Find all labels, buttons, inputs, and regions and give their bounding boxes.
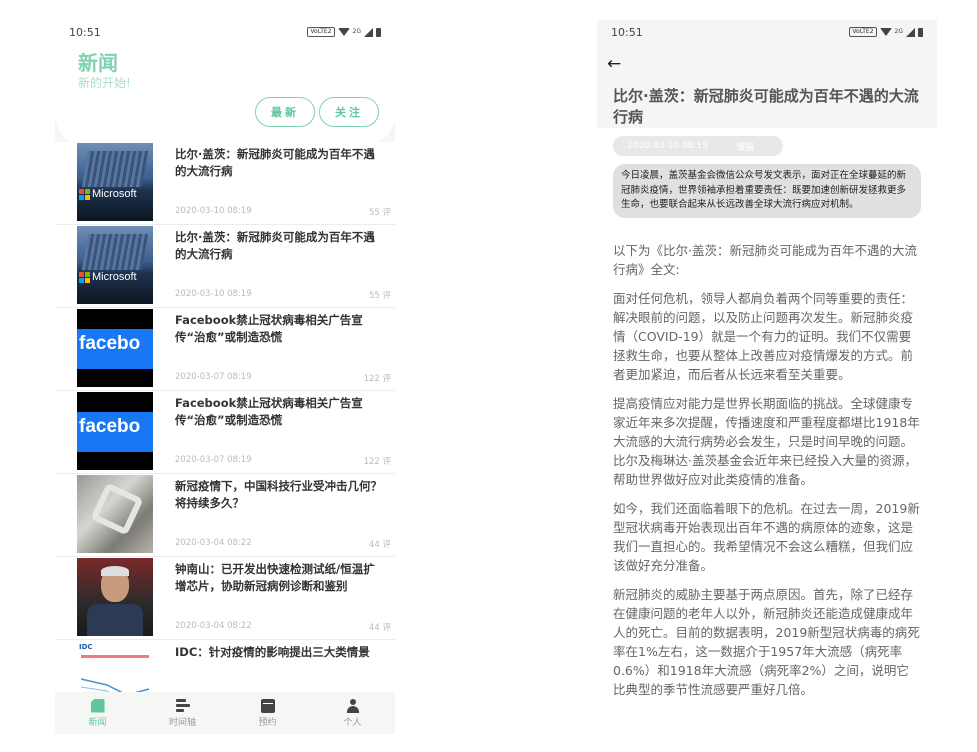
network-type-icon: 2G [352, 28, 361, 35]
status-time: 10:51 [611, 25, 643, 39]
page-title: 新闻 [78, 51, 118, 75]
news-item-date: 2020-03-07 08:19 [175, 455, 252, 465]
nav-item-booking[interactable]: 预约 [225, 692, 310, 734]
thumb-text: Microsoft [92, 271, 137, 283]
facebook-thumbnail: facebo [77, 309, 153, 387]
wifi-icon [337, 28, 350, 36]
line-chart-icon [80, 678, 150, 692]
article-header: 10:51 VoLTE2 2G ← 比尔·盖茨：新冠肺炎可能成为百年不遇的大流行… [597, 20, 937, 128]
status-icons: VoLTE2 2G [307, 27, 381, 37]
portrait-thumbnail [77, 558, 153, 636]
volte-icon: VoLTE2 [849, 27, 877, 37]
news-icon [90, 698, 105, 713]
wifi-icon [879, 28, 892, 36]
news-item-comments: 122 评 [363, 374, 391, 384]
nav-item-profile[interactable]: 个人 [310, 692, 395, 734]
signal-icon [364, 27, 373, 37]
article-meta: 2020-03-10 08:19 懂猫 [613, 136, 783, 156]
news-item-date: 2020-03-10 08:19 [175, 289, 252, 299]
status-time: 10:51 [69, 25, 101, 39]
news-item-title: 钟南山：已开发出快速检测试纸/恒温扩增芯片，协助新冠病例诊断和鉴别 [175, 562, 375, 593]
news-item[interactable]: facebo Facebook禁止冠状病毒相关广告宣传“治愈”或制造恐慌 202… [55, 308, 395, 391]
news-item-comments: 55 评 [368, 208, 391, 218]
news-list-screen: 10:51 VoLTE2 2G 新闻 新的开始! 最新 关注 Microsoft… [55, 20, 395, 734]
back-arrow-icon[interactable]: ← [607, 54, 621, 74]
microsoft-thumbnail: Microsoft [77, 143, 153, 221]
user-icon [346, 698, 360, 713]
status-bar: 10:51 VoLTE2 2G [597, 20, 937, 44]
article-title: 比尔·盖茨：新冠肺炎可能成为百年不遇的大流行病 [613, 87, 919, 126]
signal-icon [906, 27, 915, 37]
status-icons: VoLTE2 2G [849, 27, 923, 37]
thumb-text: Microsoft [92, 188, 137, 200]
nav-label: 个人 [343, 717, 362, 728]
network-type-icon: 2G [894, 28, 903, 35]
status-bar: 10:51 VoLTE2 2G [55, 20, 395, 44]
article-paragraph: 面对任何危机，领导人都肩负着两个同等重要的责任：解决眼前的问题，以及防止问题再次… [613, 291, 914, 382]
article-detail-screen: 10:51 VoLTE2 2G ← 比尔·盖茨：新冠肺炎可能成为百年不遇的大流行… [597, 20, 937, 734]
news-item[interactable]: facebo Facebook禁止冠状病毒相关广告宣传“治愈”或制造恐慌 202… [55, 391, 395, 474]
page-subtitle: 新的开始! [78, 76, 131, 90]
article-paragraph: 提高疫情应对能力是世界长期面临的挑战。全球健康专家近年来多次提醒，传播速度和严重… [613, 396, 920, 487]
calendar-icon [260, 698, 275, 713]
microsoft-logo-icon [79, 271, 90, 283]
lab-equipment-thumbnail [77, 475, 153, 553]
latest-tab-button[interactable]: 最新 [255, 97, 315, 127]
facebook-thumbnail: facebo [77, 392, 153, 470]
news-item-comments: 55 评 [368, 291, 391, 301]
news-item-title: IDC：针对疫情的影响提出三大类情景 [175, 645, 370, 659]
volte-icon: VoLTE2 [307, 27, 335, 37]
news-item-comments: 44 评 [368, 540, 391, 550]
nav-label: 时间轴 [168, 717, 196, 728]
idc-chart-thumbnail: IDC [77, 641, 153, 692]
article-date: 2020-03-10 08:19 [627, 141, 709, 151]
news-item[interactable]: 钟南山：已开发出快速检测试纸/恒温扩增芯片，协助新冠病例诊断和鉴别 2020-0… [55, 557, 395, 640]
news-item-comments: 122 评 [363, 457, 391, 467]
timeline-icon [175, 698, 190, 713]
news-item[interactable]: Microsoft 比尔·盖茨：新冠肺炎可能成为百年不遇的大流行病 2020-0… [55, 142, 395, 225]
article-source: 懂猫 [736, 142, 755, 153]
bottom-nav: 新闻 时间轴 预约 个人 [55, 692, 395, 734]
news-item[interactable]: 新冠疫情下，中国科技行业受冲击几何？将持续多久？ 2020-03-04 08:2… [55, 474, 395, 557]
thumb-text: IDC [79, 643, 93, 651]
news-item-comments: 44 评 [368, 623, 391, 633]
article-body: 以下为《比尔·盖茨：新冠肺炎可能成为百年不遇的大流行病》全文: 面对任何危机，领… [613, 241, 921, 709]
news-item-title: Facebook禁止冠状病毒相关广告宣传“治愈”或制造恐慌 [175, 396, 363, 427]
article-paragraph: 新冠肺炎的威胁主要基于两点原因。首先，除了已经存在健康问题的老年人以外，新冠肺炎… [613, 587, 920, 697]
article-summary: 今日凌晨，盖茨基金会微信公众号发文表示，面对正在全球蔓延的新冠肺炎疫情，世界领袖… [613, 164, 921, 218]
thumb-text: facebo [79, 333, 141, 354]
news-item[interactable]: Microsoft 比尔·盖茨：新冠肺炎可能成为百年不遇的大流行病 2020-0… [55, 225, 395, 308]
nav-label: 预约 [258, 717, 277, 728]
news-item-title: 新冠疫情下，中国科技行业受冲击几何？将持续多久？ [175, 479, 382, 510]
microsoft-logo-icon [79, 188, 90, 200]
follow-tab-button[interactable]: 关注 [319, 97, 379, 127]
news-header: 10:51 VoLTE2 2G 新闻 新的开始! 最新 关注 [55, 20, 395, 145]
battery-icon [376, 27, 381, 37]
microsoft-thumbnail: Microsoft [77, 226, 153, 304]
news-item-date: 2020-03-04 08:22 [175, 621, 252, 631]
news-item-title: 比尔·盖茨：新冠肺炎可能成为百年不遇的大流行病 [175, 230, 375, 261]
nav-label: 新闻 [88, 717, 107, 728]
news-item-date: 2020-03-04 08:22 [175, 538, 252, 548]
news-item-title: 比尔·盖茨：新冠肺炎可能成为百年不遇的大流行病 [175, 147, 375, 178]
nav-item-news[interactable]: 新闻 [55, 692, 140, 734]
news-item-title: Facebook禁止冠状病毒相关广告宣传“治愈”或制造恐慌 [175, 313, 363, 344]
battery-icon [918, 27, 923, 37]
nav-item-timeline[interactable]: 时间轴 [140, 692, 225, 734]
news-item-date: 2020-03-07 08:19 [175, 372, 252, 382]
news-item-date: 2020-03-10 08:19 [175, 206, 252, 216]
news-item[interactable]: IDC IDC：针对疫情的影响提出三大类情景 [55, 640, 395, 692]
article-paragraph: 如今，我们还面临着眼下的危机。在过去一周，2019新型冠状病毒开始表现出百年不遇… [613, 501, 920, 573]
news-list[interactable]: Microsoft 比尔·盖茨：新冠肺炎可能成为百年不遇的大流行病 2020-0… [55, 142, 395, 692]
article-paragraph: 以下为《比尔·盖茨：新冠肺炎可能成为百年不遇的大流行病》全文: [613, 243, 917, 277]
thumb-text: facebo [79, 416, 141, 437]
